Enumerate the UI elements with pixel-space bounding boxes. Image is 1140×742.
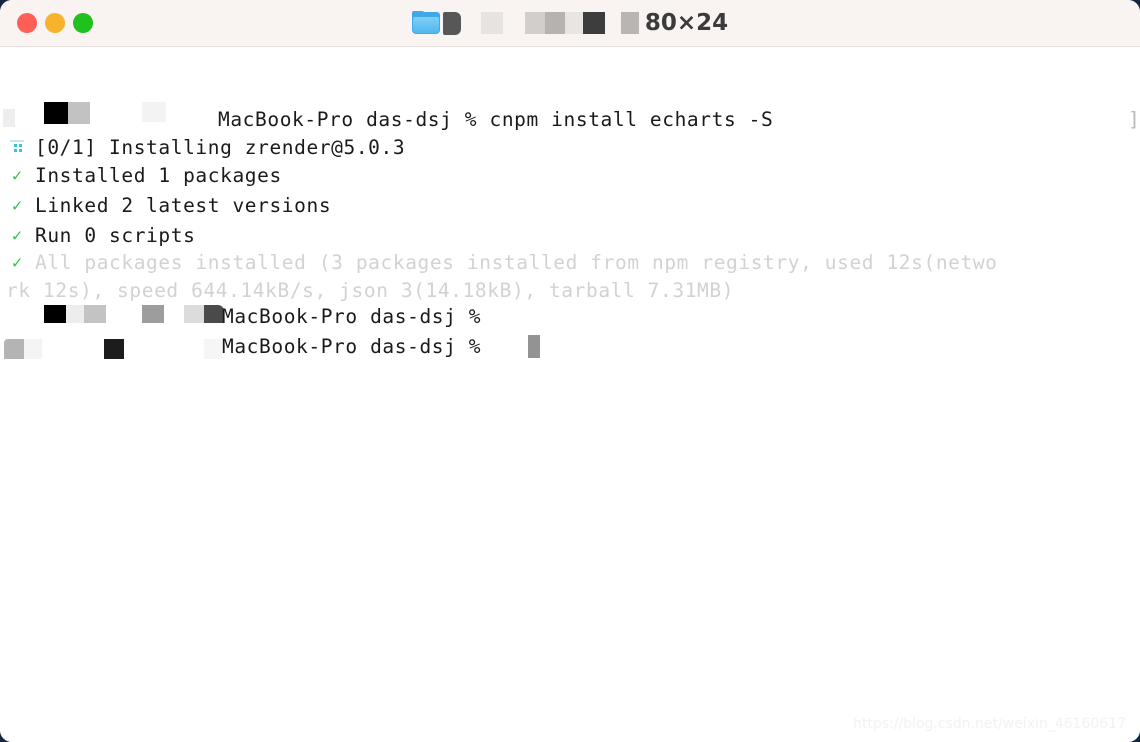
terminal-output-area[interactable]: ] MacBook-Pro das-dsj % cnpm install ech… <box>0 47 1140 742</box>
terminal-line-linked: Linked 2 latest versions <box>35 194 332 217</box>
check-icon-installed: ✓ <box>11 166 23 186</box>
censored-block-row9-c <box>204 339 222 359</box>
censored-block-row8-c <box>184 305 224 323</box>
check-icon-linked: ✓ <box>11 196 23 216</box>
window-size-label: 80×24 <box>644 10 729 36</box>
censored-block-row9-b <box>104 339 124 359</box>
check-icon-scripts: ✓ <box>11 226 23 246</box>
terminal-line-summary-2: rk 12s), speed 644.14kB/s, json 3(14.18k… <box>6 279 735 302</box>
right-edge-bracket: ] <box>1128 108 1140 131</box>
censored-block-row8-b <box>142 305 164 323</box>
censored-block-row1-b <box>44 102 90 124</box>
check-icon-summary: ✓ <box>11 253 23 273</box>
window-controls <box>17 13 93 33</box>
terminal-line-command: MacBook-Pro das-dsj % cnpm install echar… <box>218 108 774 131</box>
watermark: https://blog.csdn.net/weixin_46160617 <box>852 716 1126 732</box>
terminal-line-prompt-1: MacBook-Pro das-dsj % <box>222 305 482 328</box>
censored-block-row8-a <box>44 305 106 323</box>
close-button[interactable] <box>17 13 37 33</box>
terminal-line-installed: Installed 1 packages <box>35 164 282 187</box>
censored-block-title-c <box>524 12 605 34</box>
terminal-line-installing: [0/1] Installing zrender@5.0.3 <box>35 136 406 159</box>
window-titlebar: 80×24 <box>0 0 1140 47</box>
censored-block-title-d <box>620 12 639 34</box>
minimize-button[interactable] <box>45 13 65 33</box>
folder-icon <box>411 11 440 35</box>
censored-block-row9-a <box>4 339 42 359</box>
terminal-line-summary-1: All packages installed (3 packages insta… <box>35 251 998 274</box>
terminal-cursor <box>528 335 540 358</box>
terminal-line-prompt-2: MacBook-Pro das-dsj % <box>222 335 482 358</box>
censored-block-title-b <box>480 12 503 34</box>
window-title-cluster: 80×24 <box>0 0 1140 46</box>
censored-block-row1-a <box>3 109 15 127</box>
censored-block-title-a <box>442 11 461 35</box>
terminal-line-scripts: Run 0 scripts <box>35 224 196 247</box>
maximize-button[interactable] <box>73 13 93 33</box>
terminal-window: 80×24 ] MacBook-Pro das-dsj % cnpm insta… <box>0 0 1140 742</box>
download-icon <box>10 140 26 156</box>
censored-block-row1-c <box>142 102 166 122</box>
